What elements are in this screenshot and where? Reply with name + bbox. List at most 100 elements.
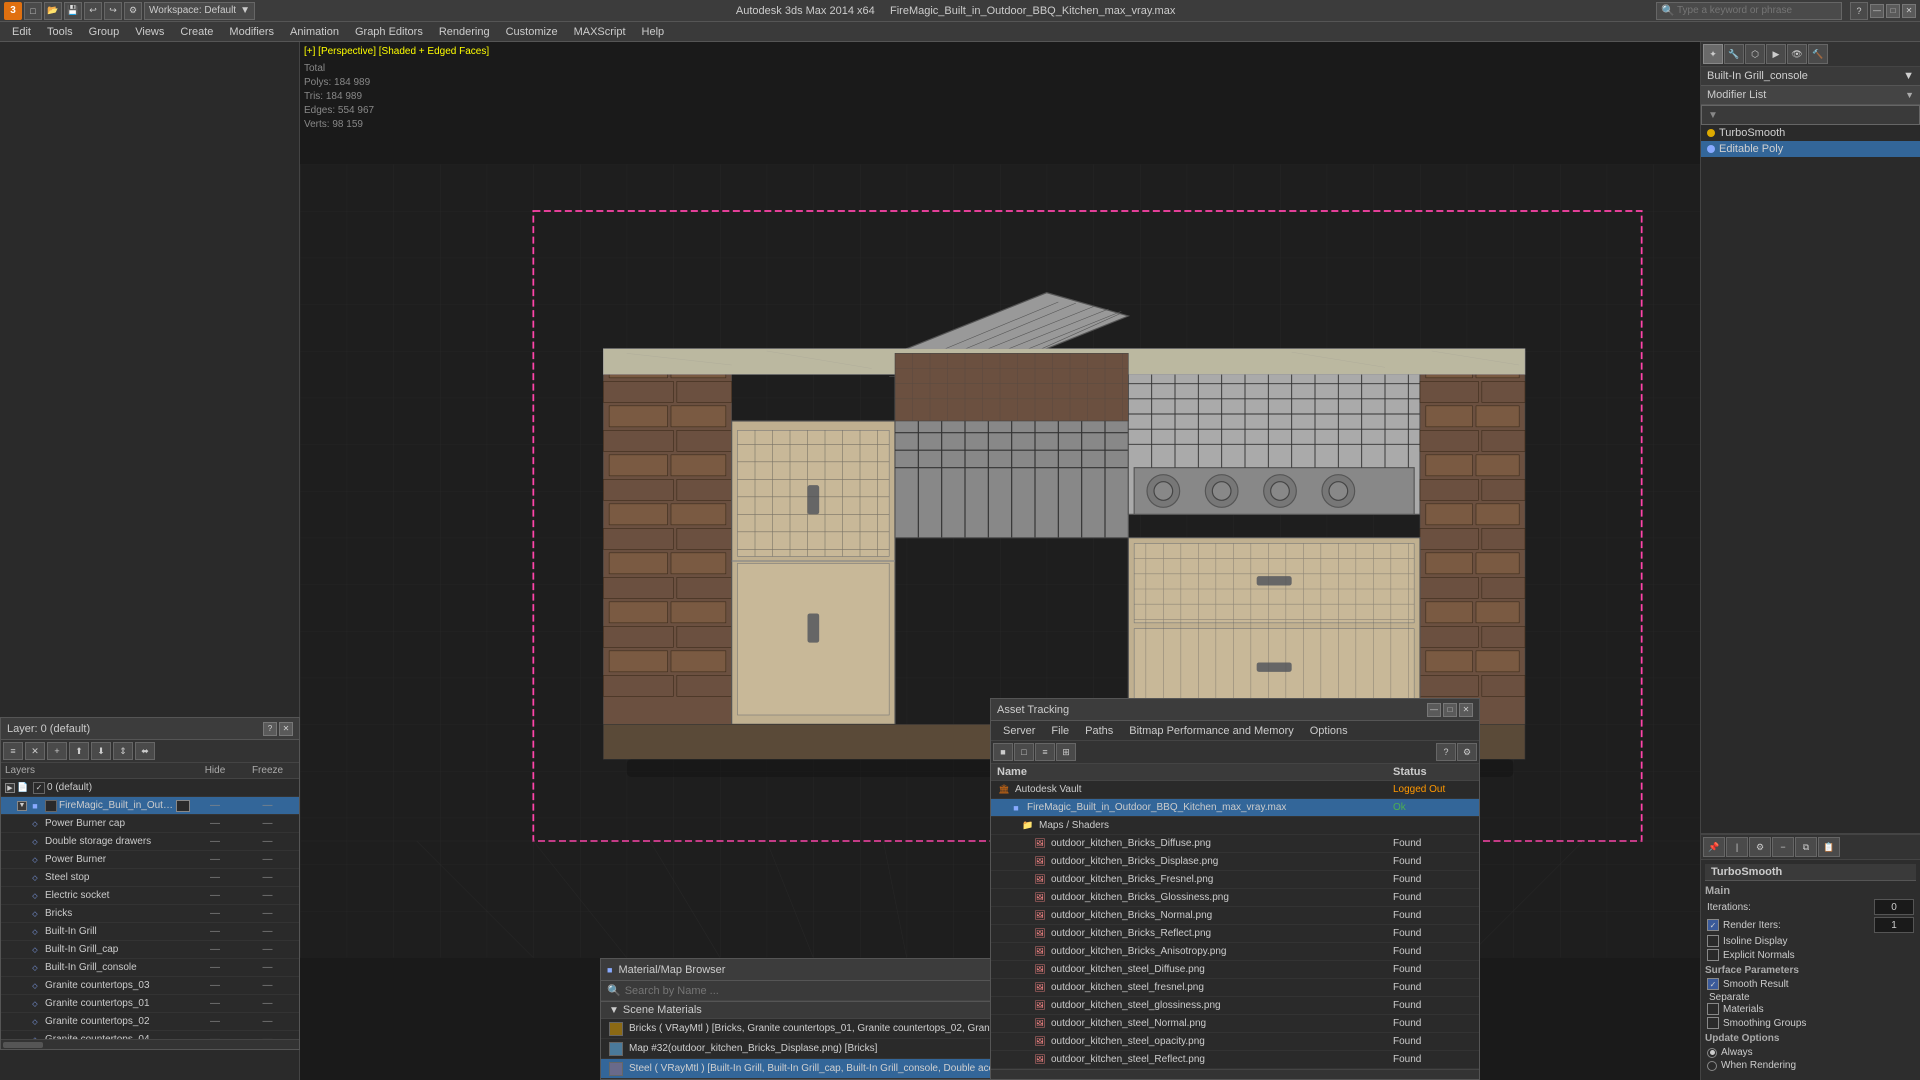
menu-views[interactable]: Views <box>127 22 172 41</box>
at-btn-4[interactable]: ⊞ <box>1056 743 1076 761</box>
at-item-steel-normal[interactable]: 🖼 outdoor_kitchen_steel_Normal.png Found <box>991 1015 1479 1033</box>
at-btn-3[interactable]: ≡ <box>1035 743 1055 761</box>
at-item-steel-opacity[interactable]: 🖼 outdoor_kitchen_steel_opacity.png Foun… <box>991 1033 1479 1051</box>
layer-hscroll-thumb[interactable] <box>3 1042 43 1048</box>
layer-tool-2[interactable]: ✕ <box>25 742 45 760</box>
maximize-button[interactable]: □ <box>1886 4 1900 18</box>
menu-group[interactable]: Group <box>81 22 128 41</box>
layer-item-double-storage[interactable]: ◇ Double storage drawers — — <box>1 833 299 851</box>
ts-smoothing-checkbox[interactable] <box>1707 1017 1719 1029</box>
at-minimize-button[interactable]: — <box>1427 703 1441 717</box>
open-btn[interactable]: 📂 <box>44 2 62 20</box>
layer-item-default[interactable]: ▶ 📄 ✓ 0 (default) <box>1 779 299 797</box>
at-btn-help[interactable]: ? <box>1436 743 1456 761</box>
at-item-bricks-fresnel[interactable]: 🖼 outdoor_kitchen_Bricks_Fresnel.png Fou… <box>991 871 1479 889</box>
layer-item-power-burner[interactable]: ◇ Power Burner — — <box>1 851 299 869</box>
at-menu-file[interactable]: File <box>1043 721 1077 740</box>
menu-rendering[interactable]: Rendering <box>431 22 498 41</box>
at-item-bricks-reflect[interactable]: 🖼 outdoor_kitchen_Bricks_Reflect.png Fou… <box>991 925 1479 943</box>
layer-item-builtin-grill-console[interactable]: ◇ Built-In Grill_console — — <box>1 959 299 977</box>
layer-item-granite-01[interactable]: ◇ Granite countertops_01 — — <box>1 995 299 1013</box>
modifier-list-dropdown[interactable]: ▼ <box>1701 105 1920 125</box>
ts-iterations-input[interactable] <box>1874 899 1914 915</box>
layer-tool-3[interactable]: + <box>47 742 67 760</box>
edit-pin-icon[interactable]: 📌 <box>1703 837 1725 857</box>
layer-item-granite-02[interactable]: ◇ Granite countertops_02 — — <box>1 1013 299 1031</box>
layer-expand-firemagic[interactable]: ▼ <box>17 801 27 811</box>
ts-render-iters-input[interactable] <box>1874 917 1914 933</box>
minimize-button[interactable]: — <box>1870 4 1884 18</box>
ts-render-iters-checkbox[interactable]: ✓ <box>1707 919 1719 931</box>
at-menu-options[interactable]: Options <box>1302 721 1356 740</box>
edit-paste-icon[interactable]: 📋 <box>1818 837 1840 857</box>
at-menu-paths[interactable]: Paths <box>1077 721 1121 740</box>
search-box[interactable]: 🔍 <box>1656 2 1842 20</box>
at-item-steel-reflect[interactable]: 🖼 outdoor_kitchen_steel_Reflect.png Foun… <box>991 1051 1479 1069</box>
layer-tool-6[interactable]: ⇕ <box>113 742 133 760</box>
layer-tool-5[interactable]: ⬇ <box>91 742 111 760</box>
workspace-dropdown[interactable]: Workspace: Default ▼ <box>144 2 255 20</box>
utilities-icon[interactable]: 🔨 <box>1808 44 1828 64</box>
at-item-vault[interactable]: 🏛 Autodesk Vault Logged Out <box>991 781 1479 799</box>
at-item-steel-fresnel[interactable]: 🖼 outdoor_kitchen_steel_fresnel.png Foun… <box>991 979 1479 997</box>
new-btn[interactable]: □ <box>24 2 42 20</box>
layer-help-button[interactable]: ? <box>263 722 277 736</box>
at-menu-server[interactable]: Server <box>995 721 1043 740</box>
layer-tool-4[interactable]: ⬆ <box>69 742 89 760</box>
at-btn-settings[interactable]: ⚙ <box>1457 743 1477 761</box>
modifier-turbosmooth[interactable]: TurboSmooth <box>1701 125 1920 141</box>
at-maximize-button[interactable]: □ <box>1443 703 1457 717</box>
redo-btn[interactable]: ↪ <box>104 2 122 20</box>
ts-explicit-checkbox[interactable] <box>1707 949 1719 961</box>
at-item-bricks-glossiness[interactable]: 🖼 outdoor_kitchen_Bricks_Glossiness.png … <box>991 889 1479 907</box>
menu-create[interactable]: Create <box>172 22 221 41</box>
menu-graph-editors[interactable]: Graph Editors <box>347 22 431 41</box>
layer-tool-1[interactable]: ≡ <box>3 742 23 760</box>
edit-remove-icon[interactable]: − <box>1772 837 1794 857</box>
menu-modifiers[interactable]: Modifiers <box>221 22 282 41</box>
ts-always-radio[interactable] <box>1707 1048 1717 1058</box>
at-item-bricks-diffuse[interactable]: 🖼 outdoor_kitchen_Bricks_Diffuse.png Fou… <box>991 835 1479 853</box>
at-item-maps-folder[interactable]: 📁 Maps / Shaders <box>991 817 1479 835</box>
at-item-maxfile[interactable]: ■ FireMagic_Built_in_Outdoor_BBQ_Kitchen… <box>991 799 1479 817</box>
layer-item-builtin-grill[interactable]: ◇ Built-In Grill — — <box>1 923 299 941</box>
help-icon[interactable]: ? <box>1850 2 1868 20</box>
layer-item-steel-stop[interactable]: ◇ Steel stop — — <box>1 869 299 887</box>
ts-when-rendering-radio[interactable] <box>1707 1061 1717 1071</box>
menu-tools[interactable]: Tools <box>39 22 81 41</box>
close-button[interactable]: ✕ <box>1902 4 1916 18</box>
menu-customize[interactable]: Customize <box>498 22 566 41</box>
modifier-editable-poly[interactable]: Editable Poly <box>1701 141 1920 157</box>
at-item-steel-glossiness[interactable]: 🖼 outdoor_kitchen_steel_glossiness.png F… <box>991 997 1479 1015</box>
modifier-dropdown[interactable]: ▼ <box>1905 89 1914 101</box>
layer-close-button[interactable]: ✕ <box>279 722 293 736</box>
edit-configure-icon[interactable]: ⚙ <box>1749 837 1771 857</box>
at-btn-1[interactable]: ■ <box>993 743 1013 761</box>
at-item-bricks-anisotropy[interactable]: 🖼 outdoor_kitchen_Bricks_Anisotropy.png … <box>991 943 1479 961</box>
layer-item-builtin-grill-cap[interactable]: ◇ Built-In Grill_cap — — <box>1 941 299 959</box>
menu-help[interactable]: Help <box>634 22 673 41</box>
layer-hscroll[interactable] <box>1 1039 299 1049</box>
menu-maxscript[interactable]: MAXScript <box>566 22 634 41</box>
mat-section-expand[interactable]: ▼ <box>609 1005 619 1016</box>
display-icon[interactable]: 👁 <box>1787 44 1807 64</box>
undo-btn[interactable]: ↩ <box>84 2 102 20</box>
layer-item-firemagic[interactable]: ▼ ■ FireMagic_Built_in_Outdoor_BBQ_Kitch… <box>1 797 299 815</box>
layer-item-granite-03[interactable]: ◇ Granite countertops_03 — — <box>1 977 299 995</box>
layer-expand-default[interactable]: ▶ <box>5 783 15 793</box>
ts-isoline-checkbox[interactable] <box>1707 935 1719 947</box>
layer-item-granite-04[interactable]: ◇ Granite countertops_04 — — <box>1 1031 299 1039</box>
search-input[interactable] <box>1677 5 1837 16</box>
layer-item-bricks[interactable]: ◇ Bricks — — <box>1 905 299 923</box>
at-item-steel-diffuse[interactable]: 🖼 outdoor_kitchen_steel_Diffuse.png Foun… <box>991 961 1479 979</box>
ts-smooth-result-checkbox[interactable]: ✓ <box>1707 978 1719 990</box>
save-btn[interactable]: 💾 <box>64 2 82 20</box>
edit-bar-icon[interactable]: | <box>1726 837 1748 857</box>
modify-icon[interactable]: 🔧 <box>1724 44 1744 64</box>
layer-item-electric-socket[interactable]: ◇ Electric socket — — <box>1 887 299 905</box>
at-hscroll[interactable] <box>991 1069 1479 1079</box>
layer-item-powerburner-cap[interactable]: ◇ Power Burner cap — — <box>1 815 299 833</box>
motion-icon[interactable]: ▶ <box>1766 44 1786 64</box>
at-item-bricks-normal[interactable]: 🖼 outdoor_kitchen_Bricks_Normal.png Foun… <box>991 907 1479 925</box>
menu-animation[interactable]: Animation <box>282 22 347 41</box>
